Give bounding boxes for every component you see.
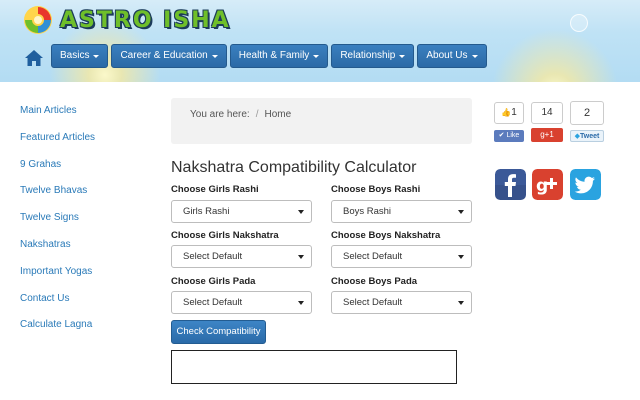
sidebar-item-main-articles[interactable]: Main Articles xyxy=(20,104,95,131)
gplus-count-box: 14 xyxy=(531,102,563,124)
header-glow xyxy=(480,18,630,82)
dropdown-arrow-icon xyxy=(298,255,304,259)
nav-relationship[interactable]: Relationship xyxy=(331,44,415,68)
logo-swirl-icon xyxy=(24,6,52,34)
boys-rashi-label: Choose Boys Rashi xyxy=(331,184,421,195)
boys-pada-select[interactable]: Select Default xyxy=(331,291,472,314)
google-plus-icon[interactable]: g xyxy=(532,169,563,200)
caret-down-icon xyxy=(211,54,218,58)
site-header: ASTRO ISHA Basics Career & Education Hea… xyxy=(0,0,640,82)
tweet-button[interactable]: ◆Tweet xyxy=(570,130,604,142)
facebook-icon[interactable] xyxy=(495,169,526,200)
select-value: Boys Rashi xyxy=(343,206,392,217)
sidebar-item-featured-articles[interactable]: Featured Articles xyxy=(20,131,95,158)
dropdown-arrow-icon xyxy=(298,210,304,214)
nav-label: Health & Family xyxy=(238,50,310,61)
twitter-icon[interactable] xyxy=(570,169,601,200)
nav-basics[interactable]: Basics xyxy=(51,44,109,68)
breadcrumb: You are here: / Home xyxy=(171,98,472,144)
girls-nakshatra-select[interactable]: Select Default xyxy=(171,245,312,268)
nav-health-family[interactable]: Health & Family xyxy=(229,44,329,68)
nav-about-us[interactable]: About Us xyxy=(417,44,487,68)
result-box xyxy=(171,350,457,384)
girls-rashi-select[interactable]: Girls Rashi xyxy=(171,200,312,223)
select-value: Select Default xyxy=(343,297,403,308)
caret-down-icon xyxy=(93,54,100,58)
select-value: Select Default xyxy=(183,297,243,308)
select-value: Select Default xyxy=(183,251,243,262)
boys-rashi-select[interactable]: Boys Rashi xyxy=(331,200,472,223)
dropdown-arrow-icon xyxy=(458,255,464,259)
boys-nakshatra-select[interactable]: Select Default xyxy=(331,245,472,268)
dropdown-arrow-icon xyxy=(298,301,304,305)
nav-label: Relationship xyxy=(340,50,396,61)
facebook-like-count: 👍1 xyxy=(494,102,524,124)
dropdown-arrow-icon xyxy=(458,301,464,305)
boys-pada-label: Choose Boys Pada xyxy=(331,276,418,287)
sidebar-item-twelve-signs[interactable]: Twelve Signs xyxy=(20,211,95,238)
girls-nakshatra-label: Choose Girls Nakshatra xyxy=(171,230,279,241)
nav-label: Basics xyxy=(60,50,90,61)
thumbs-up-icon: 👍 xyxy=(501,108,512,117)
select-value: Girls Rashi xyxy=(183,206,230,217)
sidebar-item-nakshatras[interactable]: Nakshatras xyxy=(20,238,95,265)
home-icon xyxy=(25,50,43,66)
tweet-label: Tweet xyxy=(580,133,600,140)
twitter-count-box: 2 xyxy=(570,101,604,125)
check-icon: ✔ xyxy=(498,132,505,139)
caret-down-icon xyxy=(399,54,406,58)
sidebar-item-calculate-lagna[interactable]: Calculate Lagna xyxy=(20,318,95,345)
gplus-button[interactable]: g+1 xyxy=(531,128,563,142)
breadcrumb-current: Home xyxy=(264,109,292,120)
girls-pada-label: Choose Girls Pada xyxy=(171,276,256,287)
facebook-like-button[interactable]: ✔ Like xyxy=(494,130,524,142)
nav-career-education[interactable]: Career & Education xyxy=(111,44,227,68)
boys-nakshatra-label: Choose Boys Nakshatra xyxy=(331,230,441,241)
girls-rashi-label: Choose Girls Rashi xyxy=(171,184,259,195)
header-bubble xyxy=(570,14,588,32)
breadcrumb-separator: / xyxy=(255,109,259,120)
nav-label: Career & Education xyxy=(120,50,208,61)
site-logo[interactable]: ASTRO ISHA xyxy=(22,4,231,36)
select-value: Select Default xyxy=(343,251,403,262)
girls-pada-select[interactable]: Select Default xyxy=(171,291,312,314)
logo-text: ASTRO ISHA xyxy=(60,7,231,33)
sidebar-item-twelve-bhavas[interactable]: Twelve Bhavas xyxy=(20,184,95,211)
svg-text:g: g xyxy=(536,176,548,196)
sidebar-item-contact-us[interactable]: Contact Us xyxy=(20,292,95,319)
facebook-count: 1 xyxy=(511,107,517,118)
caret-down-icon xyxy=(471,54,478,58)
check-compatibility-button[interactable]: Check Compatibility xyxy=(171,320,266,344)
dropdown-arrow-icon xyxy=(458,210,464,214)
home-button[interactable] xyxy=(22,44,46,68)
sidebar-nav: Main Articles Featured Articles 9 Grahas… xyxy=(20,104,95,345)
breadcrumb-prefix: You are here: xyxy=(190,109,250,120)
caret-down-icon xyxy=(313,54,320,58)
main-nav: Basics Career & Education Health & Famil… xyxy=(22,44,490,68)
page-title: Nakshatra Compatibility Calculator xyxy=(171,159,417,176)
sidebar-item-9-grahas[interactable]: 9 Grahas xyxy=(20,158,95,185)
like-label: Like xyxy=(506,132,520,139)
sidebar-item-important-yogas[interactable]: Important Yogas xyxy=(20,265,95,292)
nav-label: About Us xyxy=(426,50,468,61)
